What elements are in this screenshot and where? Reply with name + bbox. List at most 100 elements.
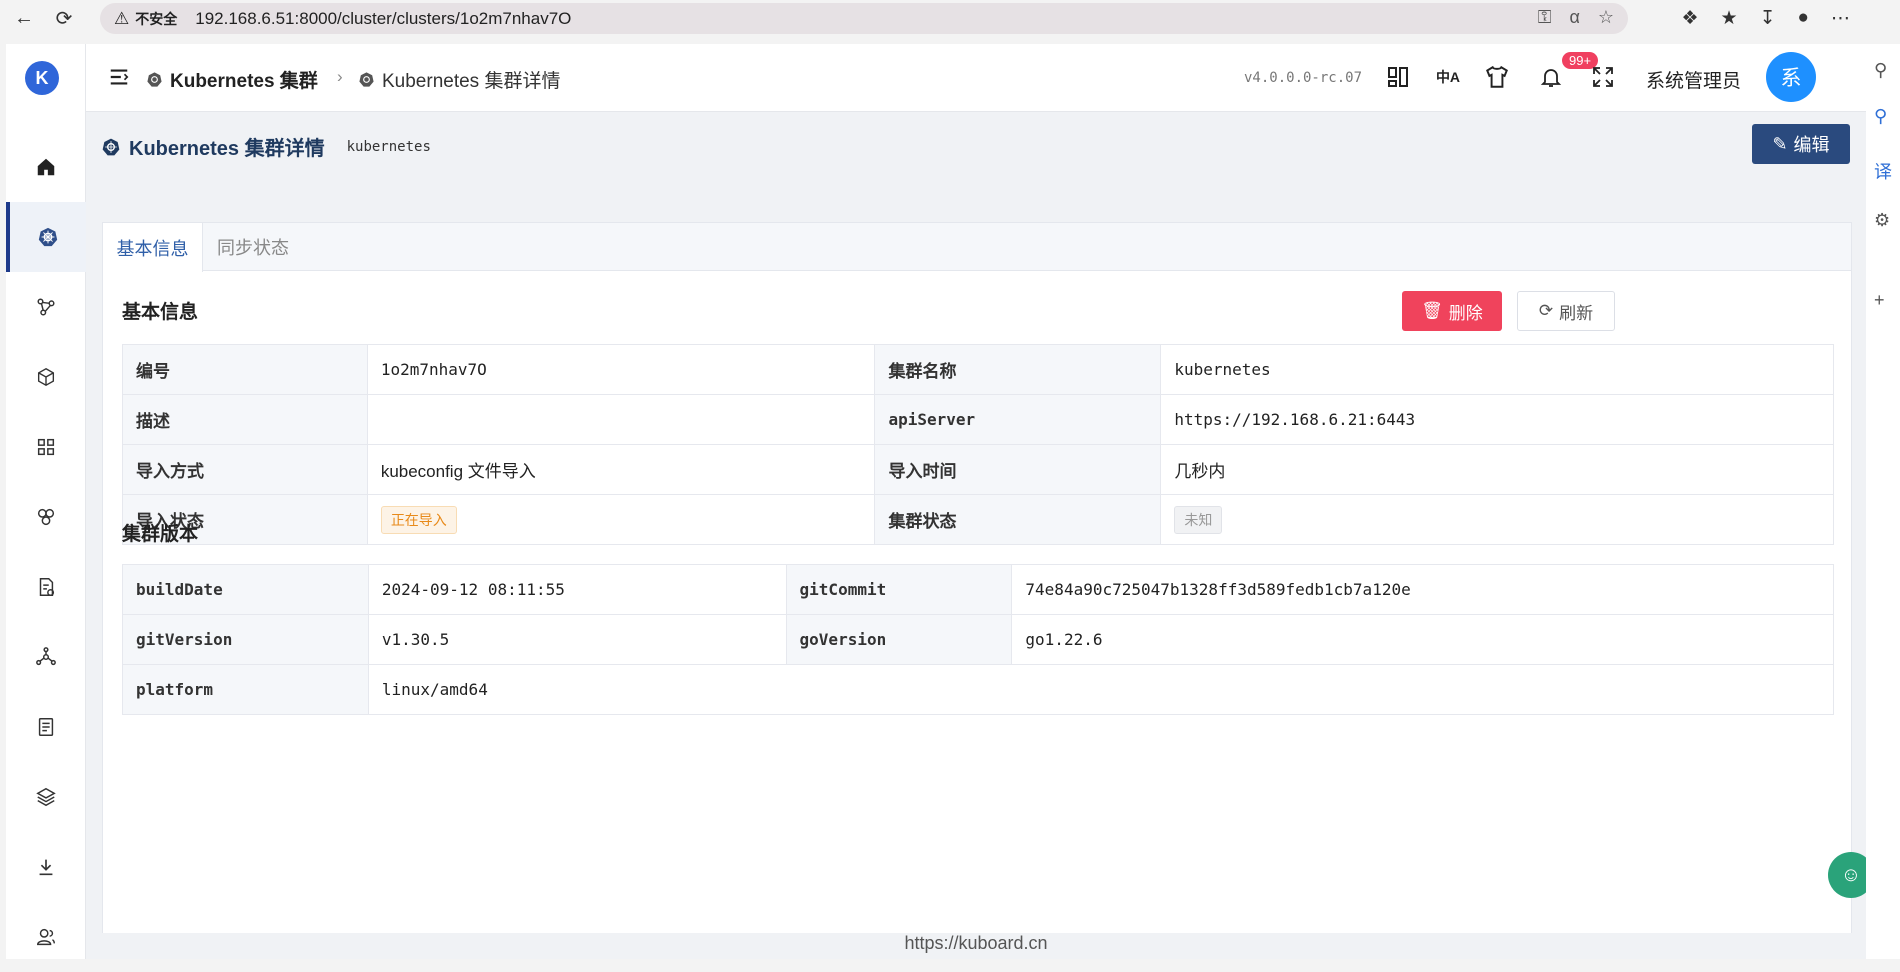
status-badge: 正在导入 (380, 505, 457, 534)
field-label: gitVersion (122, 614, 369, 665)
browser-toolbar: ← ⟳ ⚠ 不安全 192.168.6.51:8000/cluster/clus… (0, 0, 1900, 36)
delete-button-label: 删除 (1448, 303, 1483, 323)
table-row: 描述 apiServer https://192.168.6.21:6443 (122, 394, 1834, 445)
refresh-button[interactable]: ⟳ 刷新 (1517, 291, 1615, 331)
translate-icon[interactable]: α (1569, 7, 1579, 28)
username-label[interactable]: 系统管理员 (1646, 66, 1741, 93)
refresh-icon: ⟳ (1538, 301, 1554, 320)
topology-icon[interactable] (6, 272, 86, 342)
config-document-icon[interactable] (6, 552, 86, 622)
search-icon[interactable]: ⚲ (1874, 60, 1887, 81)
field-value-description (366, 394, 876, 445)
extensions-icon[interactable]: ❖ (1682, 7, 1699, 30)
translate-icon[interactable]: 译 (1874, 158, 1892, 184)
language-icon[interactable]: 中A (1433, 62, 1463, 92)
avatar[interactable]: 系 (1766, 52, 1816, 102)
cube-icon[interactable] (6, 342, 86, 412)
menu-toggle-icon[interactable] (108, 66, 130, 88)
table-row: gitVersion v1.30.5 goVersion go1.22.6 (122, 614, 1834, 665)
tab-bar: 基本信息 同步状态 (103, 223, 1851, 272)
edit-icon: ✎ (1772, 133, 1788, 154)
insecure-label: 不安全 (135, 10, 178, 27)
edit-button[interactable]: ✎ 编辑 (1752, 124, 1850, 164)
chevron-right-icon: › (337, 67, 343, 86)
more-icon[interactable]: ⋯ (1831, 7, 1850, 30)
top-header: Kubernetes 集群 › Kubernetes 集群详情 v4.0.0.0… (86, 44, 1866, 112)
field-value-id: 1o2m7nhav7O (366, 344, 876, 395)
page-subtitle: kubernetes (346, 138, 431, 155)
theme-shirt-icon[interactable] (1482, 62, 1512, 92)
field-label: 导入时间 (874, 444, 1162, 495)
kubernetes-icon (359, 72, 374, 87)
section-title-basic: 基本信息 (122, 302, 199, 323)
star-icon[interactable]: ☆ (1598, 7, 1614, 28)
field-value-cluster-name: kubernetes (1160, 344, 1834, 395)
status-badge: 未知 (1174, 505, 1223, 534)
add-icon[interactable]: + (1874, 290, 1885, 311)
cluster-group-icon[interactable] (6, 482, 86, 552)
dashboard-layout-icon[interactable] (1383, 62, 1413, 92)
tab-basic-info[interactable]: 基本信息 (103, 223, 203, 272)
fullscreen-icon[interactable] (1588, 62, 1618, 92)
delete-button[interactable]: 🗑 删除 (1402, 291, 1502, 331)
app-window: K Kubernetes 集群 › Kubernetes 集群详情 v4.0.0… (6, 44, 1866, 959)
log-document-icon[interactable] (6, 692, 86, 762)
breadcrumb-clusters[interactable]: Kubernetes 集群 (146, 66, 318, 93)
favorites-icon[interactable]: ★ (1721, 7, 1738, 30)
url-text: 192.168.6.51:8000/cluster/clusters/1o2m7… (195, 8, 572, 28)
address-bar[interactable]: ⚠ 不安全 192.168.6.51:8000/cluster/clusters… (100, 3, 1628, 34)
tools-icon[interactable]: ⚙ (1874, 210, 1890, 231)
key-icon[interactable]: ⚿ (1538, 7, 1552, 28)
sidebar: K (6, 44, 86, 959)
edit-button-label: 编辑 (1793, 135, 1830, 155)
basic-info-table: 编号 1o2m7nhav7O 集群名称 kubernetes 描述 apiSer… (122, 344, 1834, 545)
page-title: Kubernetes 集群详情 (129, 138, 325, 160)
kuboard-logo[interactable]: K (25, 61, 59, 95)
apps-grid-icon[interactable] (6, 412, 86, 482)
field-value-git-version: v1.30.5 (367, 614, 787, 665)
layers-icon[interactable] (6, 762, 86, 832)
field-label: gitCommit (785, 564, 1013, 615)
field-label: platform (122, 664, 369, 715)
field-label: goVersion (785, 614, 1013, 665)
reload-icon[interactable]: ⟳ (48, 2, 80, 34)
network-icon[interactable] (6, 622, 86, 692)
table-row: 编号 1o2m7nhav7O 集群名称 kubernetes (122, 344, 1834, 395)
field-label: 集群名称 (874, 344, 1162, 395)
search-icon[interactable]: ⚲ (1874, 106, 1887, 127)
field-label: 集群状态 (874, 494, 1162, 545)
profile-icon[interactable]: ● (1798, 7, 1809, 29)
field-label: 导入方式 (122, 444, 368, 495)
download-tray-icon[interactable] (6, 832, 86, 902)
field-label: apiServer (874, 394, 1162, 445)
field-value-git-commit: 74e84a90c725047b1328ff3d589fedb1cb7a120e (1011, 564, 1834, 615)
field-value-import-method: kubeconfig 文件导入 (366, 444, 876, 495)
trash-icon: 🗑 (1421, 301, 1443, 320)
back-icon[interactable]: ← (8, 2, 40, 34)
field-label: 描述 (122, 394, 368, 445)
refresh-button-label: 刷新 (1559, 303, 1594, 323)
main-content: Kubernetes 集群详情 kubernetes ✎ 编辑 基本信息 同步状… (86, 112, 1866, 959)
section-title-version: 集群版本 (122, 524, 199, 545)
tab-sync-status[interactable]: 同步状态 (203, 223, 303, 271)
field-label: 编号 (122, 344, 368, 395)
kubernetes-cluster-icon[interactable] (6, 202, 86, 272)
detail-card: 基本信息 同步状态 基本信息 🗑 删除 ⟳ 刷新 编号 1o2m7nhav7O … (102, 222, 1852, 959)
page-header: Kubernetes 集群详情 kubernetes (101, 132, 431, 161)
table-row: buildDate 2024-09-12 08:11:55 gitCommit … (122, 564, 1834, 615)
footer-link[interactable]: https://kuboard.cn (86, 933, 1866, 959)
version-info-table: buildDate 2024-09-12 08:11:55 gitCommit … (122, 564, 1835, 715)
kubernetes-icon (102, 138, 120, 155)
users-icon[interactable] (6, 902, 86, 972)
field-value-platform: linux/amd64 (367, 664, 1835, 715)
field-label: buildDate (122, 564, 369, 615)
field-value-import-status: 正在导入 (366, 494, 876, 545)
warning-icon: ⚠ (114, 8, 130, 28)
home-icon[interactable] (6, 132, 86, 202)
field-value-go-version: go1.22.6 (1011, 614, 1834, 665)
download-icon[interactable]: ↧ (1760, 7, 1776, 30)
field-value-import-time: 几秒内 (1160, 444, 1834, 495)
browser-side-rail: ⚲ ⚲ 译 ⚙ + (1866, 44, 1900, 959)
kubernetes-icon (147, 72, 162, 87)
bell-icon[interactable] (1536, 62, 1566, 92)
